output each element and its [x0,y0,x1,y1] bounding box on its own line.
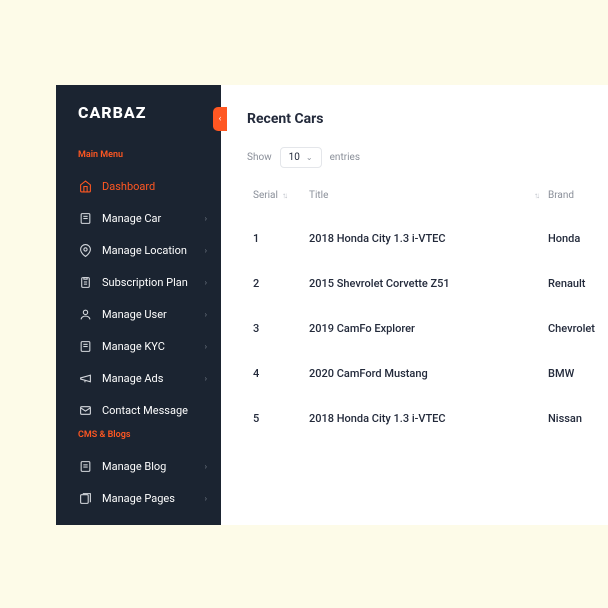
entries-label: entries [330,152,360,163]
table-row[interactable]: 12018 Honda City 1.3 i-VTECHonda [247,216,608,261]
cell-serial: 5 [253,412,309,425]
column-header-serial[interactable]: Serial ↑↓ [253,190,309,201]
sidebar-item-label: Manage KYC [102,340,205,353]
chevron-left-icon: ‹ [219,114,222,124]
cell-serial: 4 [253,367,309,380]
entries-control: Show 10 ⌄ entries [247,147,608,168]
sidebar-item-label: Manage Ads [102,372,205,385]
document-icon [78,339,92,353]
app-frame: CARBAZ ‹ Main Menu Dashboard Manage Car … [56,85,608,525]
chevron-down-icon: ⌄ [306,153,313,162]
sidebar-item-dashboard[interactable]: Dashboard [56,170,221,202]
cell-brand: Chevrolet [548,322,608,335]
cell-title: 2020 CamFord Mustang [309,367,548,380]
sidebar-item-label: Contact Message [102,404,207,417]
document-icon [78,211,92,225]
table-header-row: Serial ↑↓ Title ↑↓ Brand ↑↓ [247,190,608,216]
sort-icon: ↑↓ [534,191,538,200]
cell-brand: BMW [548,367,608,380]
sidebar-item-label: Manage Blog [102,460,205,473]
cell-brand: Honda [548,232,608,245]
cell-brand: Renault [548,277,608,290]
chevron-right-icon: › [205,494,207,503]
table-row[interactable]: 22015 Shevrolet Corvette Z51Renault [247,261,608,306]
sidebar-item-label: Manage User [102,308,205,321]
sidebar-item-manage-ads[interactable]: Manage Ads › [56,362,221,394]
location-icon [78,243,92,257]
sidebar-item-manage-car[interactable]: Manage Car › [56,202,221,234]
sidebar-item-label: Subscription Plan [102,276,205,289]
megaphone-icon [78,371,92,385]
chevron-right-icon: › [205,278,207,287]
chevron-right-icon: › [205,462,207,471]
cell-serial: 2 [253,277,309,290]
brand-logo: CARBAZ [56,103,221,122]
sidebar-item-manage-pages[interactable]: Manage Pages › [56,482,221,514]
cell-title: 2018 Honda City 1.3 i-VTEC [309,232,548,245]
clipboard-icon [78,275,92,289]
user-icon [78,307,92,321]
chevron-right-icon: › [205,342,207,351]
sort-icon: ↑↓ [282,191,286,200]
main-content: Recent Cars Show 10 ⌄ entries Serial ↑↓ … [221,85,608,525]
table-row[interactable]: 42020 CamFord MustangBMW [247,351,608,396]
sidebar-item-manage-user[interactable]: Manage User › [56,298,221,330]
cell-title: 2019 CamFo Explorer [309,322,548,335]
cell-brand: Nissan [548,412,608,425]
sidebar-item-label: Dashboard [102,180,207,193]
chevron-right-icon: › [205,374,207,383]
chevron-right-icon: › [205,310,207,319]
sidebar-item-contact-message[interactable]: Contact Message [56,394,221,426]
document-icon [78,459,92,473]
sidebar-menu-cms: Manage Blog › Manage Pages › [56,450,221,514]
cell-title: 2015 Shevrolet Corvette Z51 [309,277,548,290]
mail-icon [78,403,92,417]
column-header-brand[interactable]: Brand ↑↓ [548,190,608,201]
sidebar-item-manage-location[interactable]: Manage Location › [56,234,221,266]
page-title: Recent Cars [247,111,608,127]
page-size-select[interactable]: 10 ⌄ [280,147,322,168]
cell-title: 2018 Honda City 1.3 i-VTEC [309,412,548,425]
chevron-right-icon: › [205,214,207,223]
table-row[interactable]: 52018 Honda City 1.3 i-VTECNissan [247,396,608,441]
cell-serial: 1 [253,232,309,245]
sidebar-menu-main: Dashboard Manage Car › Manage Location ›… [56,170,221,426]
page-size-value: 10 [289,152,300,163]
sidebar: CARBAZ ‹ Main Menu Dashboard Manage Car … [56,85,221,525]
column-header-title[interactable]: Title ↑↓ [309,190,548,201]
chevron-right-icon: › [205,246,207,255]
sidebar-item-manage-kyc[interactable]: Manage KYC › [56,330,221,362]
sidebar-item-label: Manage Pages [102,492,205,505]
sidebar-item-label: Manage Location [102,244,205,257]
home-icon [78,179,92,193]
show-label: Show [247,152,272,163]
sidebar-toggle[interactable]: ‹ [213,107,227,131]
cars-table: Serial ↑↓ Title ↑↓ Brand ↑↓ 12018 Honda … [247,190,608,441]
sidebar-item-manage-blog[interactable]: Manage Blog › [56,450,221,482]
sidebar-item-subscription-plan[interactable]: Subscription Plan › [56,266,221,298]
sidebar-section-cms: CMS & Blogs [56,430,221,440]
sidebar-item-label: Manage Car [102,212,205,225]
sidebar-section-main: Main Menu [56,150,221,160]
table-row[interactable]: 32019 CamFo ExplorerChevrolet [247,306,608,351]
cell-serial: 3 [253,322,309,335]
pages-icon [78,491,92,505]
